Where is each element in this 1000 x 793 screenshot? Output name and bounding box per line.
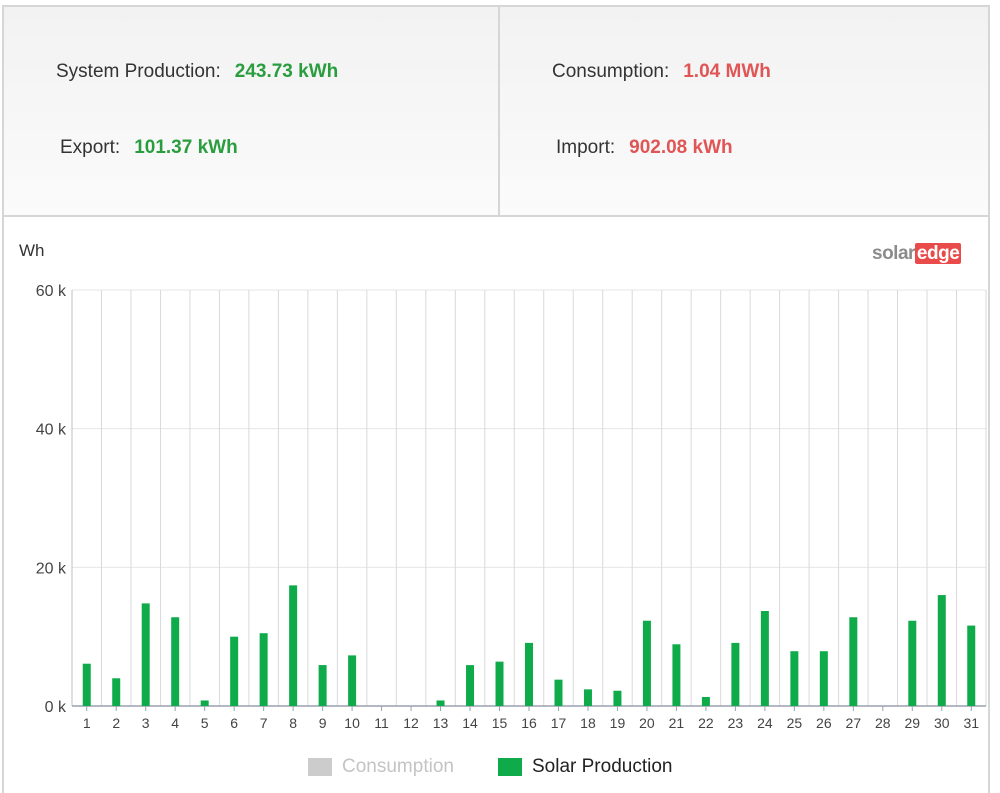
x-tick-label: 29 — [905, 715, 921, 731]
system-production-label: System Production: — [56, 61, 221, 82]
x-tick-label: 19 — [610, 715, 626, 731]
bar-solar-production-day-6 — [230, 636, 239, 706]
x-tick-label: 13 — [433, 715, 449, 731]
bar-solar-production-day-14 — [466, 665, 475, 706]
bar-solar-production-day-31 — [967, 625, 976, 706]
x-tick-label: 12 — [403, 715, 419, 731]
x-tick-label: 15 — [492, 715, 508, 731]
legend-solar-production-label: Solar Production — [532, 756, 673, 777]
x-tick-label: 25 — [787, 715, 803, 731]
bar-solar-production-day-20 — [642, 620, 651, 706]
y-tick-label: 60 k — [36, 283, 67, 300]
bar-solar-production-day-19 — [613, 690, 622, 706]
y-tick-label: 20 k — [36, 560, 67, 577]
x-tick-label: 17 — [551, 715, 567, 731]
bar-solar-production-day-10 — [348, 655, 357, 706]
x-tick-label: 20 — [639, 715, 655, 731]
bar-solar-production-day-7 — [259, 633, 268, 706]
import-stat: Import: 902.08 kWh — [556, 137, 733, 159]
x-tick-label: 16 — [521, 715, 537, 731]
bar-solar-production-day-22 — [701, 696, 710, 706]
bar-solar-production-day-18 — [583, 689, 592, 706]
bar-solar-production-day-9 — [318, 665, 327, 706]
x-tick-label: 5 — [201, 715, 209, 731]
x-tick-label: 21 — [669, 715, 685, 731]
system-production-stat: System Production: 243.73 kWh — [56, 61, 338, 83]
legend-solar-production[interactable]: Solar Production — [498, 756, 672, 778]
bar-solar-production-day-21 — [672, 644, 681, 706]
daily-energy-chart: Wh0 k20 k40 k60 k1 2 3 4 5 6 7 8 9 10 11 12 13 14 15 16… — [19, 241, 987, 731]
x-tick-label: 3 — [142, 715, 150, 731]
x-tick-label: 26 — [816, 715, 832, 731]
x-tick-label: 2 — [112, 715, 120, 731]
summary-panel: System Production: 243.73 kWh Export: 101.… — [2, 5, 990, 217]
bar-solar-production-day-3 — [141, 603, 150, 706]
y-tick-label: 40 k — [36, 422, 67, 439]
bar-solar-production-day-27 — [849, 617, 858, 706]
bar-solar-production-day-8 — [289, 585, 298, 706]
x-tick-label: 7 — [260, 715, 268, 731]
bar-solar-production-day-23 — [731, 642, 740, 706]
summary-divider — [498, 7, 500, 215]
import-label: Import: — [556, 137, 616, 158]
legend-solar-production-swatch — [498, 758, 522, 776]
x-tick-label: 31 — [963, 715, 979, 731]
bar-solar-production-day-29 — [908, 620, 917, 706]
legend-consumption[interactable]: Consumption — [308, 756, 454, 778]
x-tick-label: 27 — [846, 715, 862, 731]
export-value: 101.37 kWh — [134, 137, 238, 158]
x-tick-label: 1 — [83, 715, 91, 731]
bar-solar-production-day-26 — [819, 651, 828, 706]
x-tick-label: 18 — [580, 715, 596, 731]
import-value: 902.08 kWh — [629, 137, 733, 158]
consumption-value: 1.04 MWh — [683, 61, 771, 82]
x-tick-label: 23 — [728, 715, 744, 731]
x-tick-label: 22 — [698, 715, 714, 731]
bar-solar-production-day-1 — [82, 663, 91, 706]
system-production-value: 243.73 kWh — [234, 61, 339, 82]
bar-solar-production-day-13 — [436, 700, 445, 706]
x-tick-label: 4 — [171, 715, 179, 731]
y-axis-unit-label: Wh — [19, 241, 45, 260]
bar-solar-production-day-24 — [760, 611, 769, 706]
bar-solar-production-day-15 — [495, 661, 504, 706]
x-tick-label: 8 — [289, 715, 297, 731]
bar-solar-production-day-17 — [554, 679, 563, 706]
x-tick-label: 28 — [875, 715, 891, 731]
x-tick-label: 6 — [230, 715, 238, 731]
legend-consumption-label: Consumption — [342, 756, 454, 777]
y-tick-label: 0 k — [45, 699, 67, 716]
consumption-label: Consumption: — [552, 61, 670, 82]
x-tick-label: 24 — [757, 715, 773, 731]
bar-solar-production-day-16 — [525, 642, 533, 706]
export-label: Export: — [60, 137, 121, 158]
bar-solar-production-day-5 — [200, 700, 209, 706]
consumption-stat: Consumption: 1.04 MWh — [552, 61, 771, 83]
bar-solar-production-day-25 — [790, 651, 799, 706]
x-tick-label: 9 — [319, 715, 327, 731]
x-tick-label: 30 — [934, 715, 950, 731]
bar-solar-production-day-30 — [937, 595, 946, 706]
x-tick-label: 10 — [344, 715, 360, 731]
legend-consumption-swatch — [308, 758, 332, 776]
export-stat: Export: 101.37 kWh — [60, 137, 238, 159]
x-tick-label: 14 — [462, 715, 478, 731]
bar-solar-production-day-4 — [171, 617, 180, 706]
bar-solar-production-day-2 — [112, 678, 121, 706]
x-tick-label: 11 — [374, 715, 389, 731]
